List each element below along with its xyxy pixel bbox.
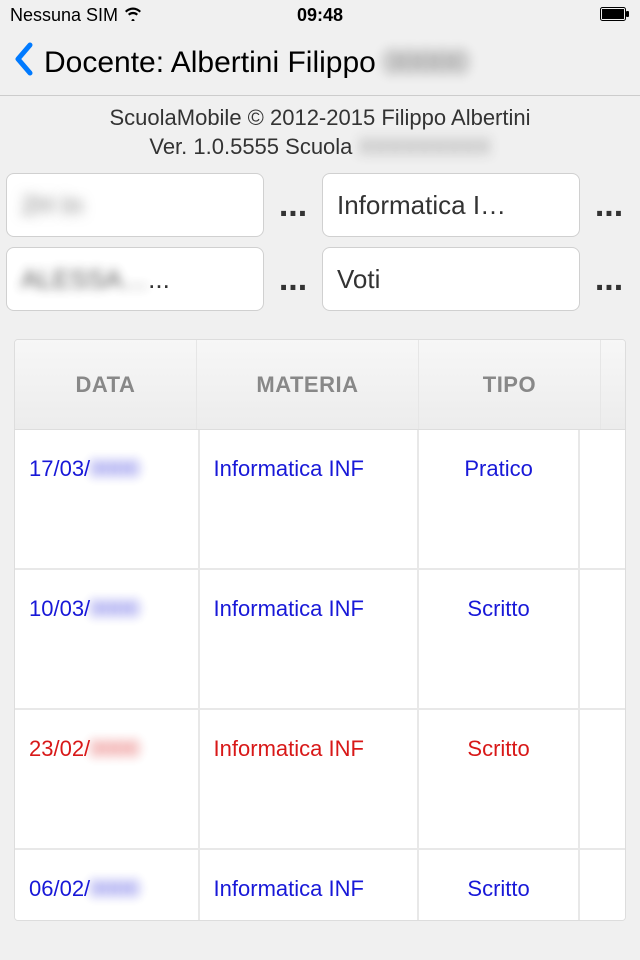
student-filter[interactable]: ALESSA… ... <box>6 247 264 311</box>
date-prefix: 10/03/ <box>29 596 90 622</box>
status-right <box>600 5 630 26</box>
class-filter[interactable]: 2H In <box>6 173 264 237</box>
page-title-obscured: 00000 <box>384 46 467 79</box>
cell-materia: Informatica INF <box>200 850 420 920</box>
battery-icon <box>600 5 630 26</box>
view-filter[interactable]: Voti <box>322 247 580 311</box>
date-obscured: 0000 <box>90 736 139 762</box>
cell-extra <box>580 710 625 848</box>
subject-filter-value: Informatica I… <box>337 190 506 221</box>
page-title: Docente: Albertini Filippo 00000 <box>44 46 628 80</box>
header-data[interactable]: DATA <box>15 340 197 429</box>
header-tipo[interactable]: TIPO <box>419 340 601 429</box>
header-extra <box>601 340 625 429</box>
cell-materia: Informatica INF <box>200 430 420 568</box>
status-time: 09:48 <box>297 5 343 26</box>
cell-data: 10/03/0000 <box>15 570 200 708</box>
date-prefix: 23/02/ <box>29 736 90 762</box>
version-obscured: XXXXXXXXX <box>359 134 491 159</box>
cell-tipo: Scritto <box>419 570 580 708</box>
filters-grid: 2H In ... Informatica I… ... ALESSA… ...… <box>0 173 640 325</box>
table-row[interactable]: 06/02/0000 Informatica INF Scritto <box>15 850 625 920</box>
cell-data: 06/02/0000 <box>15 850 200 920</box>
cell-extra <box>580 570 625 708</box>
sim-status: Nessuna SIM <box>10 5 118 26</box>
nav-bar: Docente: Albertini Filippo 00000 <box>0 30 640 96</box>
class-filter-value: 2H In <box>21 190 83 221</box>
cell-tipo: Pratico <box>419 430 580 568</box>
status-left: Nessuna SIM <box>10 5 142 26</box>
class-more-button[interactable]: ... <box>268 186 318 225</box>
status-bar: Nessuna SIM 09:48 <box>0 0 640 30</box>
app-info: ScuolaMobile © 2012-2015 Filippo Alberti… <box>0 96 640 173</box>
cell-tipo: Scritto <box>419 850 580 920</box>
cell-tipo: Scritto <box>419 710 580 848</box>
subject-filter[interactable]: Informatica I… <box>322 173 580 237</box>
date-obscured: 0000 <box>90 596 139 622</box>
grades-table: DATA MATERIA TIPO 17/03/0000 Informatica… <box>14 339 626 921</box>
date-prefix: 17/03/ <box>29 456 90 482</box>
cell-data: 23/02/0000 <box>15 710 200 848</box>
view-filter-value: Voti <box>337 264 380 295</box>
date-prefix: 06/02/ <box>29 876 90 902</box>
header-materia[interactable]: MATERIA <box>197 340 419 429</box>
wifi-icon <box>124 5 142 26</box>
student-more-button[interactable]: ... <box>268 260 318 299</box>
table-body[interactable]: 17/03/0000 Informatica INF Pratico 10/03… <box>15 430 625 920</box>
table-row[interactable]: 10/03/0000 Informatica INF Scritto <box>15 570 625 710</box>
view-more-button[interactable]: ... <box>584 260 634 299</box>
cell-extra <box>580 430 625 568</box>
table-header: DATA MATERIA TIPO <box>15 340 625 430</box>
date-obscured: 0000 <box>90 876 139 902</box>
version-text: Ver. 1.0.5555 Scuola <box>149 134 352 159</box>
cell-materia: Informatica INF <box>200 710 420 848</box>
back-button[interactable] <box>12 41 44 84</box>
table-row[interactable]: 23/02/0000 Informatica INF Scritto <box>15 710 625 850</box>
copyright-text: ScuolaMobile © 2012-2015 Filippo Alberti… <box>0 104 640 133</box>
version-line: Ver. 1.0.5555 Scuola XXXXXXXXX <box>0 133 640 162</box>
date-obscured: 0000 <box>90 456 139 482</box>
student-filter-ellipsis: ... <box>148 264 170 295</box>
subject-more-button[interactable]: ... <box>584 186 634 225</box>
student-filter-value: ALESSA… <box>21 264 148 295</box>
cell-materia: Informatica INF <box>200 570 420 708</box>
cell-extra <box>580 850 625 920</box>
page-title-text: Docente: Albertini Filippo <box>44 46 376 79</box>
table-row[interactable]: 17/03/0000 Informatica INF Pratico <box>15 430 625 570</box>
cell-data: 17/03/0000 <box>15 430 200 568</box>
